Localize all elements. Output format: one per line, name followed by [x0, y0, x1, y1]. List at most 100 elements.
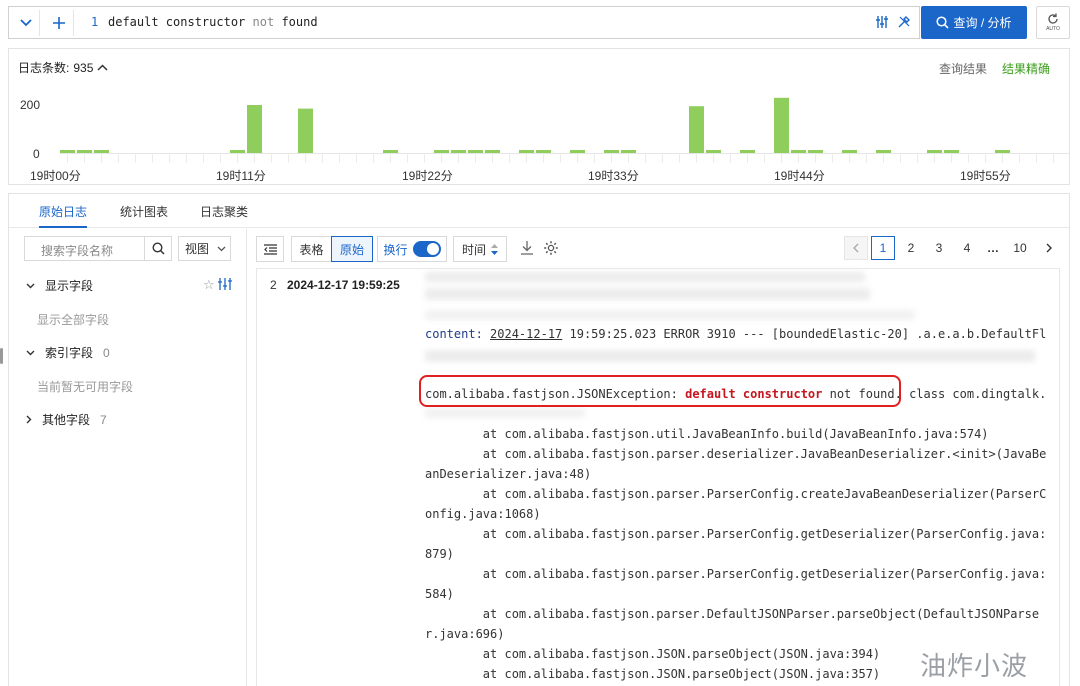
view-select-label: 视图 [185, 242, 210, 256]
settings-gear-icon[interactable] [543, 240, 559, 259]
y-tick-0: 0 [33, 147, 40, 161]
histogram-bar[interactable] [740, 150, 755, 153]
section-count: 0 [103, 345, 110, 360]
time-sort-label: 时间 [461, 242, 486, 257]
time-sort-button[interactable]: 时间 [453, 236, 507, 262]
x-tick-label: 19时55分 [960, 169, 1011, 183]
field-sidebar [9, 229, 247, 686]
histogram-bar[interactable] [621, 150, 636, 153]
histogram-bar[interactable] [842, 150, 857, 153]
x-tick-label: 19时11分 [216, 169, 266, 183]
tab-log-clustering[interactable]: 日志聚类 [200, 194, 248, 228]
view-results-link[interactable]: 查询结果 [939, 60, 987, 77]
stack-trace-line: at com.alibaba.fastjson.parser.deseriali… [425, 447, 1047, 461]
auto-refresh-button[interactable]: AUTO [1036, 6, 1070, 39]
highlight-annotation-box [419, 375, 901, 407]
histogram-bar[interactable] [876, 150, 891, 153]
chevron-down-icon [26, 350, 35, 355]
raw-view-button[interactable]: 原始 [331, 236, 373, 262]
query-term: found [281, 15, 318, 29]
chevron-down-icon [26, 283, 35, 288]
histogram-bar[interactable] [519, 150, 534, 153]
histogram-bar[interactable] [706, 150, 721, 153]
field-search-placeholder: 搜索字段名称 [41, 244, 114, 258]
field-settings-icon[interactable] [218, 278, 232, 293]
histogram-bar[interactable] [485, 150, 500, 153]
chevron-down-icon [19, 19, 32, 27]
histogram-bar[interactable] [434, 150, 449, 153]
search-analysis-button[interactable]: 查询 / 分析 [921, 6, 1027, 39]
histogram-bar[interactable] [60, 150, 75, 153]
stack-trace-line: onfig.java:1068) [425, 507, 541, 521]
histogram-bar[interactable] [944, 150, 959, 153]
field-search-input[interactable]: 搜索字段名称 [24, 236, 145, 261]
redacted-field [425, 350, 1035, 362]
page-10[interactable]: 10 [1008, 236, 1032, 260]
stack-trace-line: at com.alibaba.fastjson.parser.ParserCon… [425, 567, 1047, 581]
stack-trace-line: at com.alibaba.fastjson.JSON.parseObject… [425, 647, 881, 661]
prev-page-button[interactable] [844, 236, 868, 260]
section-label: 显示字段 [45, 279, 94, 293]
chevron-right-icon [26, 415, 32, 424]
collapse-sidebar-button[interactable] [256, 236, 284, 262]
tab-raw-logs[interactable]: 原始日志 [39, 194, 88, 228]
section-other-fields[interactable]: 其他字段 7 [26, 411, 107, 428]
page-3[interactable]: 3 [927, 236, 951, 260]
wrap-toggle[interactable]: 换行 [377, 236, 447, 262]
section-index-fields[interactable]: 索引字段 0 [26, 344, 110, 361]
histogram-bar[interactable] [94, 150, 109, 153]
histogram-bar[interactable] [298, 108, 313, 153]
section-count: 7 [100, 412, 107, 427]
content-rest: 19:59:25.023 ERROR 3910 --- [boundedElas… [562, 327, 1047, 341]
page-ellipsis[interactable]: … [981, 236, 1005, 260]
query-input[interactable]: default constructor not found [108, 15, 318, 29]
download-icon[interactable] [520, 241, 534, 258]
watermark: 油炸小波 [920, 652, 1029, 682]
histogram-bar[interactable] [451, 150, 466, 153]
histogram-bar[interactable] [247, 105, 262, 153]
histogram-bar[interactable] [791, 150, 806, 153]
table-view-button[interactable]: 表格 [291, 236, 332, 262]
page-4[interactable]: 4 [955, 236, 979, 260]
stack-trace-line: 879) [425, 547, 454, 561]
sidebar-resize-handle[interactable] [0, 348, 3, 364]
page-1[interactable]: 1 [871, 236, 895, 260]
histogram-bar[interactable] [468, 150, 483, 153]
histogram-bar[interactable] [808, 150, 823, 153]
section-display-fields[interactable]: 显示字段 [26, 277, 93, 294]
redacted-field [425, 310, 915, 320]
histogram-bar[interactable] [383, 150, 398, 153]
histogram-bar[interactable] [77, 150, 92, 153]
star-icon[interactable]: ☆ [203, 277, 215, 293]
show-all-fields-link[interactable]: 显示全部字段 [37, 311, 109, 328]
wrap-label: 换行 [383, 242, 408, 257]
view-select[interactable]: 视图 [178, 236, 231, 261]
histogram-bar[interactable] [570, 150, 585, 153]
histogram-bar[interactable] [774, 97, 789, 153]
log-index: 2 [270, 278, 277, 292]
add-query-button[interactable] [44, 10, 74, 36]
histogram-bar[interactable] [536, 150, 551, 153]
stack-trace-line: at com.alibaba.fastjson.parser.ParserCon… [425, 527, 1047, 541]
query-options-icon[interactable] [876, 16, 890, 31]
next-page-button[interactable] [1037, 236, 1061, 260]
log-content-line: content: 2024-12-17 19:59:25.023 ERROR 3… [425, 327, 1046, 341]
histogram-bar[interactable] [604, 150, 619, 153]
tools-icon[interactable] [897, 15, 911, 32]
stack-trace-line: at com.alibaba.fastjson.util.JavaBeanInf… [425, 427, 989, 441]
histogram-bar[interactable] [689, 106, 704, 153]
chevron-down-icon [217, 246, 226, 251]
field-search-button[interactable] [144, 236, 172, 261]
section-label: 其他字段 [42, 413, 91, 427]
toggle-switch[interactable] [412, 241, 441, 257]
page-2[interactable]: 2 [899, 236, 923, 260]
redacted-field [425, 408, 585, 418]
histogram-bar[interactable] [995, 150, 1010, 153]
query-term: default constructor [108, 15, 246, 29]
histogram-bar[interactable] [927, 150, 942, 153]
log-count[interactable]: 日志条数: 935 [18, 59, 108, 76]
histogram-bar[interactable] [230, 150, 245, 153]
collapse-toggle-button[interactable] [12, 10, 40, 36]
sort-icon [491, 243, 498, 255]
tab-charts[interactable]: 统计图表 [120, 194, 168, 228]
